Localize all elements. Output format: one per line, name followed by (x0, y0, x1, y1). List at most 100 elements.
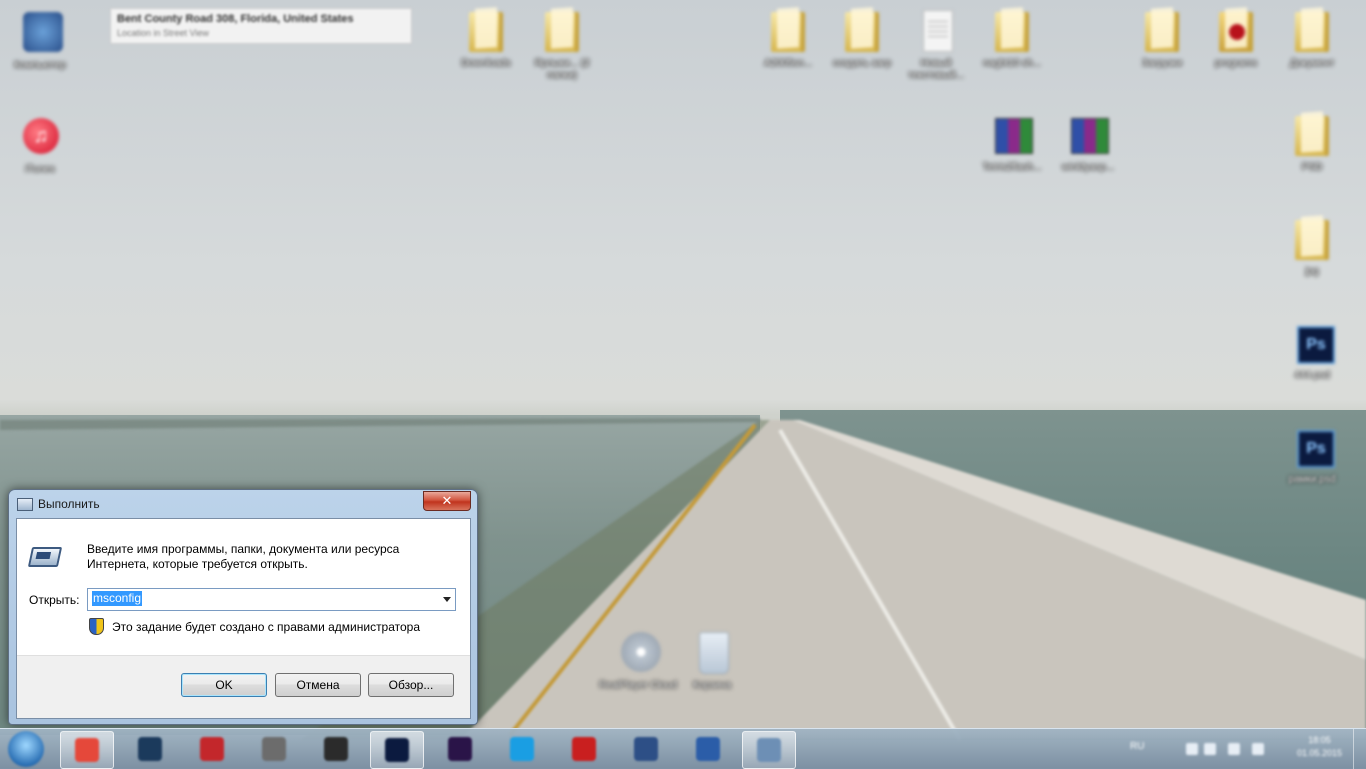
desktop-icon-label: A2005sn... (764, 58, 812, 69)
photoshop-icon: Ps (1297, 430, 1335, 468)
desktop-icon-doc-1[interactable]: Новый текстовый... (896, 8, 976, 82)
desktop-icon-label: PSD (1301, 162, 1323, 173)
desktop-icon-folder-9[interactable]: jpg (1272, 216, 1352, 278)
dialog-body: Введите имя программы, папки, документа … (16, 518, 471, 719)
desktop-icon-media-player[interactable]: RealPlayer Cloud (598, 630, 678, 692)
desktop-icon-label: Ярлыки... (2 папки) (534, 58, 590, 81)
dialog-titlebar[interactable]: Выполнить ✕ (9, 490, 477, 516)
desktop-icon-app-1[interactable]: programs (1196, 8, 1276, 70)
desktop-icon-label: Загрузки (1141, 58, 1183, 69)
x-icon (200, 737, 224, 761)
folder-icon (771, 12, 805, 52)
close-icon: ✕ (441, 493, 453, 508)
skype-icon (510, 737, 534, 761)
desktop-icon-rar-2[interactable]: winldyasp... (1048, 112, 1128, 174)
taskbar-button-steam[interactable] (124, 731, 176, 767)
desktop-icon-label: создать загр (832, 58, 892, 69)
folder-icon (545, 12, 579, 52)
desktop-icon-itunes[interactable]: ♫ iTunes (0, 114, 80, 176)
system-tray: RU 18:05 01.05.2015 (1116, 729, 1366, 769)
admin-note: Это задание будет создано с правами адми… (112, 620, 421, 634)
ok-button[interactable]: OK (181, 673, 267, 697)
desktop-icon-folder-7[interactable]: Документ (1272, 8, 1352, 70)
calendar-icon (634, 737, 658, 761)
folder-icon (1295, 116, 1329, 156)
desktop-icon-folder-1[interactable]: Downloads (446, 8, 526, 70)
open-input[interactable]: msconfig (92, 591, 143, 606)
network-icon[interactable] (1186, 743, 1198, 755)
steam-icon (138, 737, 162, 761)
clock[interactable]: 18:05 01.05.2015 (1297, 734, 1342, 760)
desktop-icon-ps-1[interactable]: Ps 444.psd (1272, 320, 1352, 382)
run-program-icon (27, 547, 63, 567)
itunes-icon: ♫ (23, 118, 59, 154)
taskbar-button-filezilla[interactable] (558, 731, 610, 767)
folder-icon (995, 12, 1029, 52)
desktop-icon-label: Downloads (461, 58, 511, 69)
folder-icon (845, 12, 879, 52)
desktop-icon-label: iTunes (25, 164, 55, 175)
taskbar-button-photoshop[interactable] (370, 731, 424, 769)
show-desktop-button[interactable] (1353, 729, 1366, 769)
chrome-icon (75, 738, 99, 762)
folder-icon (1145, 12, 1179, 52)
dialog-button-bar: OK Отмена Обзор... (17, 655, 470, 718)
location-tooltip: Bent County Road 308, Florida, United St… (110, 8, 412, 44)
folder-icon (469, 12, 503, 52)
desktop-icon-label: RealPlayer Cloud (599, 680, 677, 691)
word-icon (696, 737, 720, 761)
location-subtitle: Location in Street View (117, 28, 209, 38)
taskbar-button-chrome[interactable] (60, 731, 114, 769)
language-indicator[interactable]: RU (1130, 741, 1144, 752)
clock-date: 01.05.2015 (1296, 748, 1342, 758)
desktop-icon-folder-2[interactable]: Ярлыки... (2 папки) (522, 8, 602, 82)
desktop-icon-computer[interactable]: Компьютер (0, 10, 80, 72)
taskbar: RU 18:05 01.05.2015 (0, 728, 1366, 769)
volume-icon[interactable] (1228, 743, 1240, 755)
taskbar-button-run[interactable] (742, 731, 796, 769)
filezilla-icon (572, 737, 596, 761)
photoshop-icon: Ps (1297, 326, 1335, 364)
app-icon (1219, 12, 1253, 52)
taskbar-button-after-effects[interactable] (434, 731, 486, 767)
desktop-icon-folder-4[interactable]: создать загр (822, 8, 902, 70)
desktop-icon-label: programs (1214, 58, 1258, 69)
desktop-icon-label: winldyasp... (1061, 162, 1115, 173)
desktop-icon-label: jpg (1305, 266, 1319, 277)
cancel-button[interactable]: Отмена (275, 673, 361, 697)
desktop-icon-recycle-bin[interactable]: Корзина (672, 630, 752, 692)
browse-button[interactable]: Обзор... (368, 673, 454, 697)
dialog-title: Выполнить (38, 497, 100, 511)
run-icon (757, 738, 781, 762)
gear-icon (262, 737, 286, 761)
taskbar-button-settings[interactable] (248, 731, 300, 767)
desktop-icon-ps-2[interactable]: Ps рамки.psd (1272, 424, 1352, 486)
chevron-down-icon[interactable] (443, 597, 451, 602)
desktop-icon-folder-8[interactable]: PSD (1272, 112, 1352, 174)
desktop-icon-folder-5[interactable]: nagbt10 sh... (972, 8, 1052, 70)
taskbar-button-skype[interactable] (496, 731, 548, 767)
recycle-bin-icon (699, 632, 729, 674)
desktop-icon-label: 444.psd (1294, 370, 1330, 381)
dialog-description: Введите имя программы, папки, документа … (87, 542, 400, 571)
desktop-icon-rar-1[interactable]: Tetris2flash... (972, 112, 1052, 174)
close-button[interactable]: ✕ (423, 491, 471, 511)
steam-tray-icon[interactable] (1204, 743, 1216, 755)
taskbar-button-film[interactable] (310, 731, 362, 767)
open-combobox[interactable]: msconfig (87, 588, 456, 611)
taskbar-button-x-app[interactable] (186, 731, 238, 767)
taskbar-button-calendar[interactable] (620, 731, 672, 767)
computer-icon (23, 12, 63, 52)
desktop-icon-folder-6[interactable]: Загрузки (1122, 8, 1202, 70)
film-icon (324, 737, 348, 761)
winrar-icon (1071, 118, 1109, 154)
taskbar-button-word[interactable] (682, 731, 734, 767)
desktop-icon-label: рамки.psd (1288, 474, 1336, 485)
uac-shield-icon (89, 618, 104, 635)
clock-time: 18:05 (1308, 735, 1331, 745)
desktop-icon-label: nagbt10 sh... (983, 58, 1041, 69)
desktop-icon-folder-3[interactable]: A2005sn... (748, 8, 828, 70)
start-button[interactable] (8, 731, 44, 767)
photoshop-icon (385, 738, 409, 762)
flag-icon[interactable] (1252, 743, 1264, 755)
